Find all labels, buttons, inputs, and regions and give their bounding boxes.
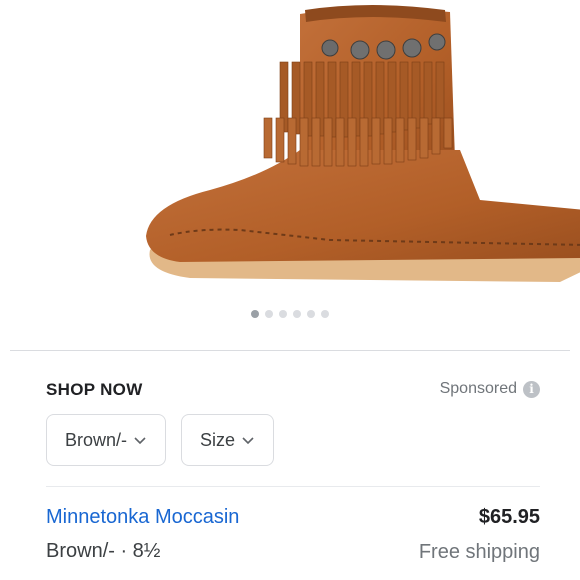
product-price: $65.95: [478, 506, 540, 528]
sponsored-label[interactable]: Sponsored i: [440, 380, 540, 398]
carousel-dot[interactable]: [321, 310, 329, 318]
carousel-dot[interactable]: [265, 310, 273, 318]
carousel-indicator[interactable]: [0, 310, 580, 318]
listing-divider: [46, 486, 540, 487]
info-icon[interactable]: i: [523, 380, 540, 398]
chevron-down-icon: [134, 437, 146, 445]
size-filter-label: Size: [200, 429, 236, 450]
carousel-dot[interactable]: [307, 310, 315, 318]
product-variant: Brown/- · 8½: [46, 540, 161, 562]
section-divider: [10, 350, 570, 351]
shipping-info: Free shipping: [418, 541, 540, 563]
product-title-link[interactable]: Minnetonka Moccasin: [46, 506, 239, 529]
carousel-dot[interactable]: [279, 310, 287, 318]
shop-now-heading: SHOP NOW: [46, 380, 143, 399]
color-filter-label: Brown/-: [65, 429, 128, 450]
color-filter-dropdown[interactable]: Brown/-: [46, 414, 167, 466]
size-filter-dropdown[interactable]: Size: [181, 414, 275, 466]
product-image[interactable]: [0, 0, 580, 300]
moccasin-boot-image: [146, 5, 580, 282]
chevron-down-icon: [242, 437, 254, 445]
carousel-dot[interactable]: [251, 310, 259, 318]
carousel-dot[interactable]: [293, 310, 301, 318]
sponsored-text: Sponsored: [439, 380, 517, 397]
